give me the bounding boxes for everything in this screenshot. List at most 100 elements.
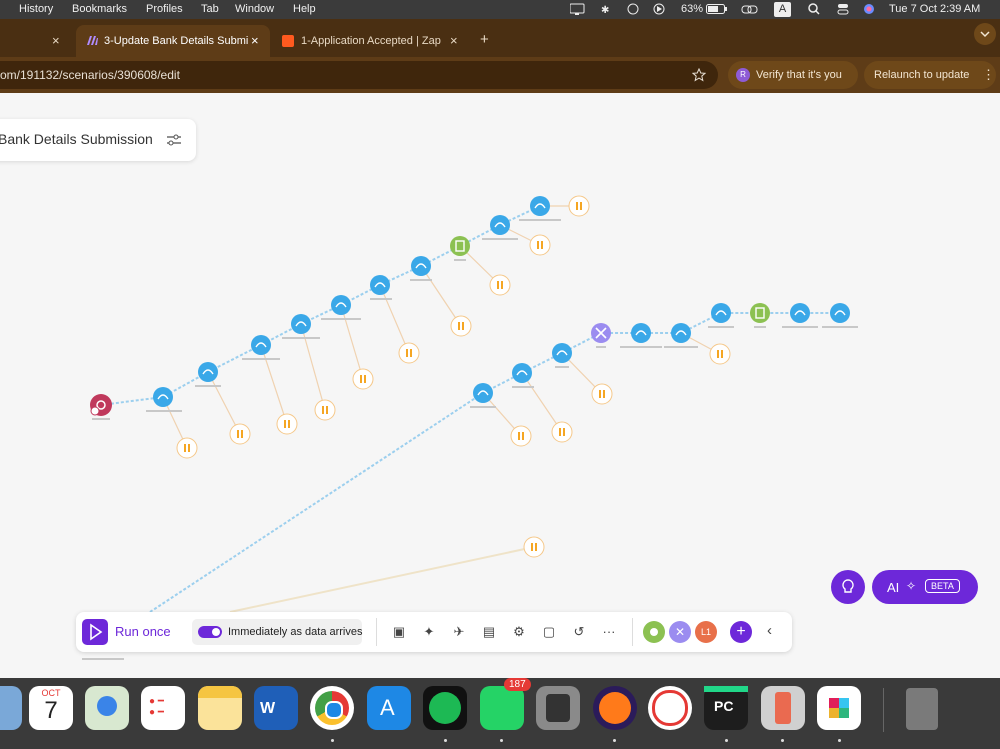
spotify-app-icon[interactable]	[423, 686, 467, 730]
tab-search-button[interactable]	[974, 23, 996, 45]
plane-icon[interactable]: ✈	[449, 622, 469, 642]
tab-close-button[interactable]: ×	[450, 33, 458, 48]
app-module[interactable]	[631, 323, 651, 343]
menu-profiles[interactable]: Profiles	[146, 3, 183, 15]
sleep-module[interactable]	[529, 234, 551, 256]
verify-identity-button[interactable]: R Verify that it's you	[728, 61, 858, 89]
sleep-module[interactable]	[523, 536, 545, 558]
app-module[interactable]	[198, 362, 218, 382]
app-module[interactable]	[370, 275, 390, 295]
chrome-app-icon[interactable]	[310, 686, 354, 730]
menu-tab[interactable]: Tab	[201, 3, 219, 15]
wand-icon[interactable]: ✦	[419, 622, 439, 642]
sleep-module[interactable]	[709, 343, 731, 365]
app-module[interactable]	[153, 387, 173, 407]
toggle-switch[interactable]	[198, 626, 222, 638]
undo-icon[interactable]: ↺	[569, 622, 589, 642]
menu-help[interactable]: Help	[293, 3, 316, 15]
module-caption-marks	[82, 219, 858, 660]
whatsapp-app-icon[interactable]: 187	[480, 678, 531, 730]
sleep-module[interactable]	[352, 368, 374, 390]
calculator-app-icon[interactable]	[536, 686, 580, 730]
router-module[interactable]	[591, 323, 611, 343]
sleep-module[interactable]	[176, 437, 198, 459]
running-indicator	[725, 739, 728, 742]
app-module[interactable]	[530, 196, 550, 216]
run-once-button[interactable]	[82, 619, 108, 645]
sleep-module[interactable]	[551, 421, 573, 443]
main-route-line	[100, 205, 541, 406]
new-tab-button[interactable]: +	[478, 25, 494, 57]
tab-application-accepted[interactable]: 1-Application Accepted | Zap ×	[272, 25, 468, 57]
sleep-module[interactable]	[229, 423, 251, 445]
notes-app-icon[interactable]	[198, 686, 242, 730]
tab-update-bank-details[interactable]: 3-Update Bank Details Submi ×	[76, 25, 270, 57]
tools-add-button[interactable]	[643, 621, 665, 643]
app-modules	[153, 196, 850, 407]
ai-label: AI	[887, 580, 900, 595]
gear-icon[interactable]: ⚙	[509, 622, 529, 642]
calendar-app-icon[interactable]: OCT 7	[29, 686, 73, 730]
app-module[interactable]	[790, 303, 810, 323]
sleep-module[interactable]	[489, 274, 511, 296]
sleep-module[interactable]	[591, 383, 613, 405]
app-module[interactable]	[411, 256, 431, 276]
save-icon[interactable]: ▣	[389, 622, 409, 642]
flow-control-button[interactable]: ✕	[669, 621, 691, 643]
ai-assistant-button[interactable]: AI ✧ BETA	[872, 570, 978, 604]
app-module[interactable]	[512, 363, 532, 383]
sleep-module[interactable]	[568, 195, 590, 217]
slack-app-icon[interactable]	[817, 686, 861, 730]
app-module[interactable]	[552, 343, 572, 363]
app-module[interactable]	[671, 323, 691, 343]
maps-app-icon[interactable]	[85, 686, 129, 730]
input-source-badge[interactable]: A	[774, 2, 791, 17]
menu-history[interactable]: History	[19, 3, 53, 15]
word-app-icon[interactable]: W	[254, 686, 298, 730]
app-store-icon[interactable]: A	[367, 686, 411, 730]
app-module[interactable]	[711, 303, 731, 323]
app-module[interactable]	[473, 383, 493, 403]
schedule-toggle[interactable]: Immediately as data arrives	[192, 619, 363, 645]
scenario-canvas[interactable]: Bank Details Submission Run once Immedia…	[0, 93, 1000, 678]
running-indicator	[331, 739, 334, 742]
add-module-button[interactable]: +	[730, 621, 752, 643]
note-icon[interactable]: ▢	[539, 622, 559, 642]
app-module[interactable]	[331, 295, 351, 315]
address-bar[interactable]: om/191132/scenarios/390608/edit	[0, 61, 718, 89]
app-module[interactable]	[251, 335, 271, 355]
app-module[interactable]	[490, 215, 510, 235]
app-module[interactable]	[291, 314, 311, 334]
notification-badge: 187	[504, 678, 531, 691]
tab-close-button[interactable]: ×	[251, 33, 259, 48]
trash-icon[interactable]	[900, 686, 944, 730]
sleep-module[interactable]	[510, 425, 532, 447]
relaunch-button[interactable]: Relaunch to update ⋮	[864, 61, 996, 89]
sleep-module[interactable]	[450, 315, 472, 337]
status-icons: ✱	[570, 3, 665, 16]
sleep-module[interactable]	[398, 342, 420, 364]
iphone-mirroring-icon[interactable]	[761, 686, 805, 730]
pycharm-app-icon[interactable]: PC	[704, 686, 748, 730]
dock-divider	[883, 688, 884, 732]
tasks-app-icon[interactable]	[648, 686, 692, 730]
template-icon[interactable]: ▤	[479, 622, 499, 642]
chevron-left-icon[interactable]: ‹	[767, 622, 772, 639]
mail-app-icon[interactable]	[0, 686, 22, 730]
left-tab-close[interactable]: ×	[48, 25, 68, 57]
tips-button[interactable]	[831, 570, 865, 604]
sleep-module[interactable]	[276, 413, 298, 435]
run-once-label[interactable]: Run once	[115, 624, 171, 639]
star-icon[interactable]	[692, 68, 706, 82]
more-icon[interactable]: ···	[599, 622, 619, 642]
webhook-trigger-module[interactable]	[90, 394, 112, 416]
firefox-app-icon[interactable]	[593, 686, 637, 730]
reminders-app-icon[interactable]: ● ━ ● ━	[141, 686, 185, 730]
tools-module[interactable]	[450, 236, 470, 256]
sleep-module[interactable]	[314, 399, 336, 421]
app-module[interactable]	[830, 303, 850, 323]
menu-bookmarks[interactable]: Bookmarks	[72, 3, 127, 15]
menu-window[interactable]: Window	[235, 3, 274, 15]
text-parser-button[interactable]: L1	[695, 621, 717, 643]
tools-module[interactable]	[750, 303, 770, 323]
